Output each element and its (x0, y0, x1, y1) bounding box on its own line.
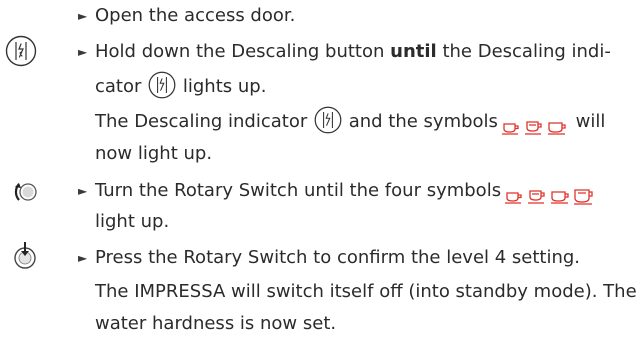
step-text: Hold down the Descaling button (95, 41, 391, 62)
step-text: now light up. (95, 143, 213, 164)
step-text: Press the Rotary Switch to confirm the l… (95, 247, 581, 268)
cup-symbol-icon (505, 192, 522, 204)
step-text: water hardness is now set. (95, 313, 337, 334)
cup-symbol-icon (547, 122, 566, 135)
cup-symbol-icon (574, 189, 593, 205)
bullet-marker: ► (78, 184, 88, 198)
emphasis-until: until (390, 41, 437, 62)
step-text: will (569, 111, 606, 132)
step-text: light up. (95, 211, 170, 232)
descaling-indicator-icon (148, 71, 176, 99)
step-press-rotary: ► Press the Rotary Switch to confirm the … (78, 242, 627, 274)
step-hardness-set: water hardness is now set. (95, 308, 627, 340)
cup-symbol-icon (524, 121, 542, 135)
step-turn-light-up: light up. (95, 206, 627, 238)
bullet-marker: ► (78, 251, 88, 265)
bullet-marker: ► (78, 9, 88, 23)
step-text: lights up. (177, 76, 267, 97)
step-text: The Descaling indicator (95, 111, 308, 132)
step-open-door: ► Open the access door. (78, 0, 627, 32)
step-standby-line: The IMPRESSA will switch itself off (int… (95, 276, 637, 308)
step-text: The IMPRESSA will switch itself off (int… (95, 281, 637, 302)
descaling-button-icon (5, 35, 37, 67)
step-text: cator (95, 76, 142, 97)
step-cator-line: cator lights up. (95, 70, 627, 102)
step-hold-descaling: ► Hold down the Descaling button until th… (78, 36, 627, 68)
step-text: and the symbols (342, 111, 498, 132)
step-text: Open the access door. (95, 5, 296, 26)
step-now-light-up: now light up. (95, 138, 627, 170)
step-indicator-line: The Descaling indicator and the symbols … (95, 105, 627, 137)
bullet-marker: ► (78, 45, 88, 59)
rotary-switch-turn-icon (14, 183, 37, 201)
step-text: Turn the Rotary Switch until the four sy… (95, 180, 502, 201)
rotary-switch-press-icon (14, 242, 36, 269)
cup-symbol-icon (501, 123, 519, 135)
cup-symbol-icon (551, 191, 569, 204)
step-turn-rotary: ► Turn the Rotary Switch until the four s… (78, 175, 627, 207)
step-text: the Descaling indi- (436, 41, 611, 62)
descaling-indicator-icon (314, 106, 342, 134)
cup-symbol-icon (528, 190, 545, 204)
